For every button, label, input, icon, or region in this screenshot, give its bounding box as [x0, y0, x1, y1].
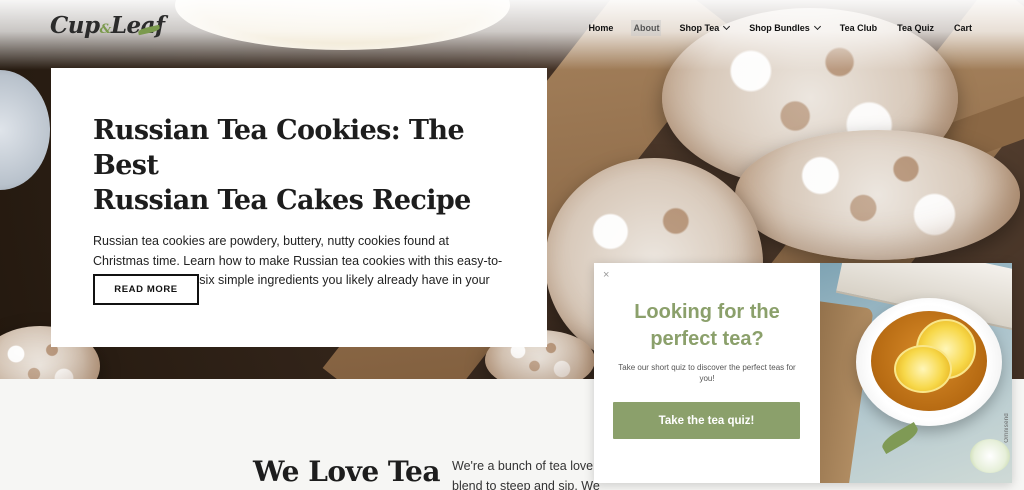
nav-shop-tea[interactable]: Shop Tea [677, 20, 731, 36]
take-quiz-button[interactable]: Take the tea quiz! [613, 402, 800, 439]
read-more-button[interactable]: READ MORE [93, 274, 199, 305]
quiz-popup: × Looking for the perfect tea? Take our … [594, 263, 1012, 483]
nav-label: Home [588, 23, 614, 33]
post-title[interactable]: Russian Tea Cookies: The Best Russian Te… [93, 113, 507, 218]
nav-shop-bundles[interactable]: Shop Bundles [747, 20, 822, 36]
nav-label: Shop Tea [679, 23, 720, 33]
saucer-image [0, 70, 50, 190]
omnisend-watermark[interactable]: Omnisend [1004, 413, 1010, 443]
featured-post-card: Russian Tea Cookies: The Best Russian Te… [51, 68, 547, 347]
leaf-icon [879, 421, 921, 455]
nav-label: Tea Club [839, 23, 878, 33]
post-title-line: Russian Tea Cakes Recipe [93, 185, 471, 216]
flower-image [970, 439, 1010, 473]
nav-tea-club[interactable]: Tea Club [838, 20, 879, 36]
nav-about[interactable]: About [631, 20, 662, 36]
popup-title: Looking for the perfect tea? [634, 301, 780, 350]
chevron-down-icon [813, 22, 821, 31]
close-icon[interactable]: × [603, 269, 609, 281]
main-nav: Home About Shop Tea Shop Bundles Tea Clu… [570, 20, 974, 36]
nav-label: Tea Quiz [897, 23, 934, 33]
logo-text-cup: Cup [50, 12, 100, 39]
nav-home[interactable]: Home [586, 20, 615, 36]
cookie-image [735, 130, 1020, 260]
popup-content: × Looking for the perfect tea? Take our … [594, 263, 820, 483]
nav-label: Shop Bundles [749, 23, 810, 33]
popup-subtitle: Take our short quiz to discover the perf… [618, 363, 796, 383]
popup-tea-image: Omnisend [820, 263, 1012, 483]
section-title: We Love Tea [253, 455, 441, 488]
lemon-slice [894, 345, 952, 393]
logo-text-amp: & [99, 22, 112, 37]
nav-tea-quiz[interactable]: Tea Quiz [895, 20, 936, 36]
nav-label: About [633, 23, 660, 33]
chevron-down-icon [723, 22, 731, 31]
nav-cart[interactable]: Cart [952, 20, 974, 36]
nav-label: Cart [953, 23, 972, 33]
post-title-line: Russian Tea Cookies: The Best [93, 115, 465, 181]
